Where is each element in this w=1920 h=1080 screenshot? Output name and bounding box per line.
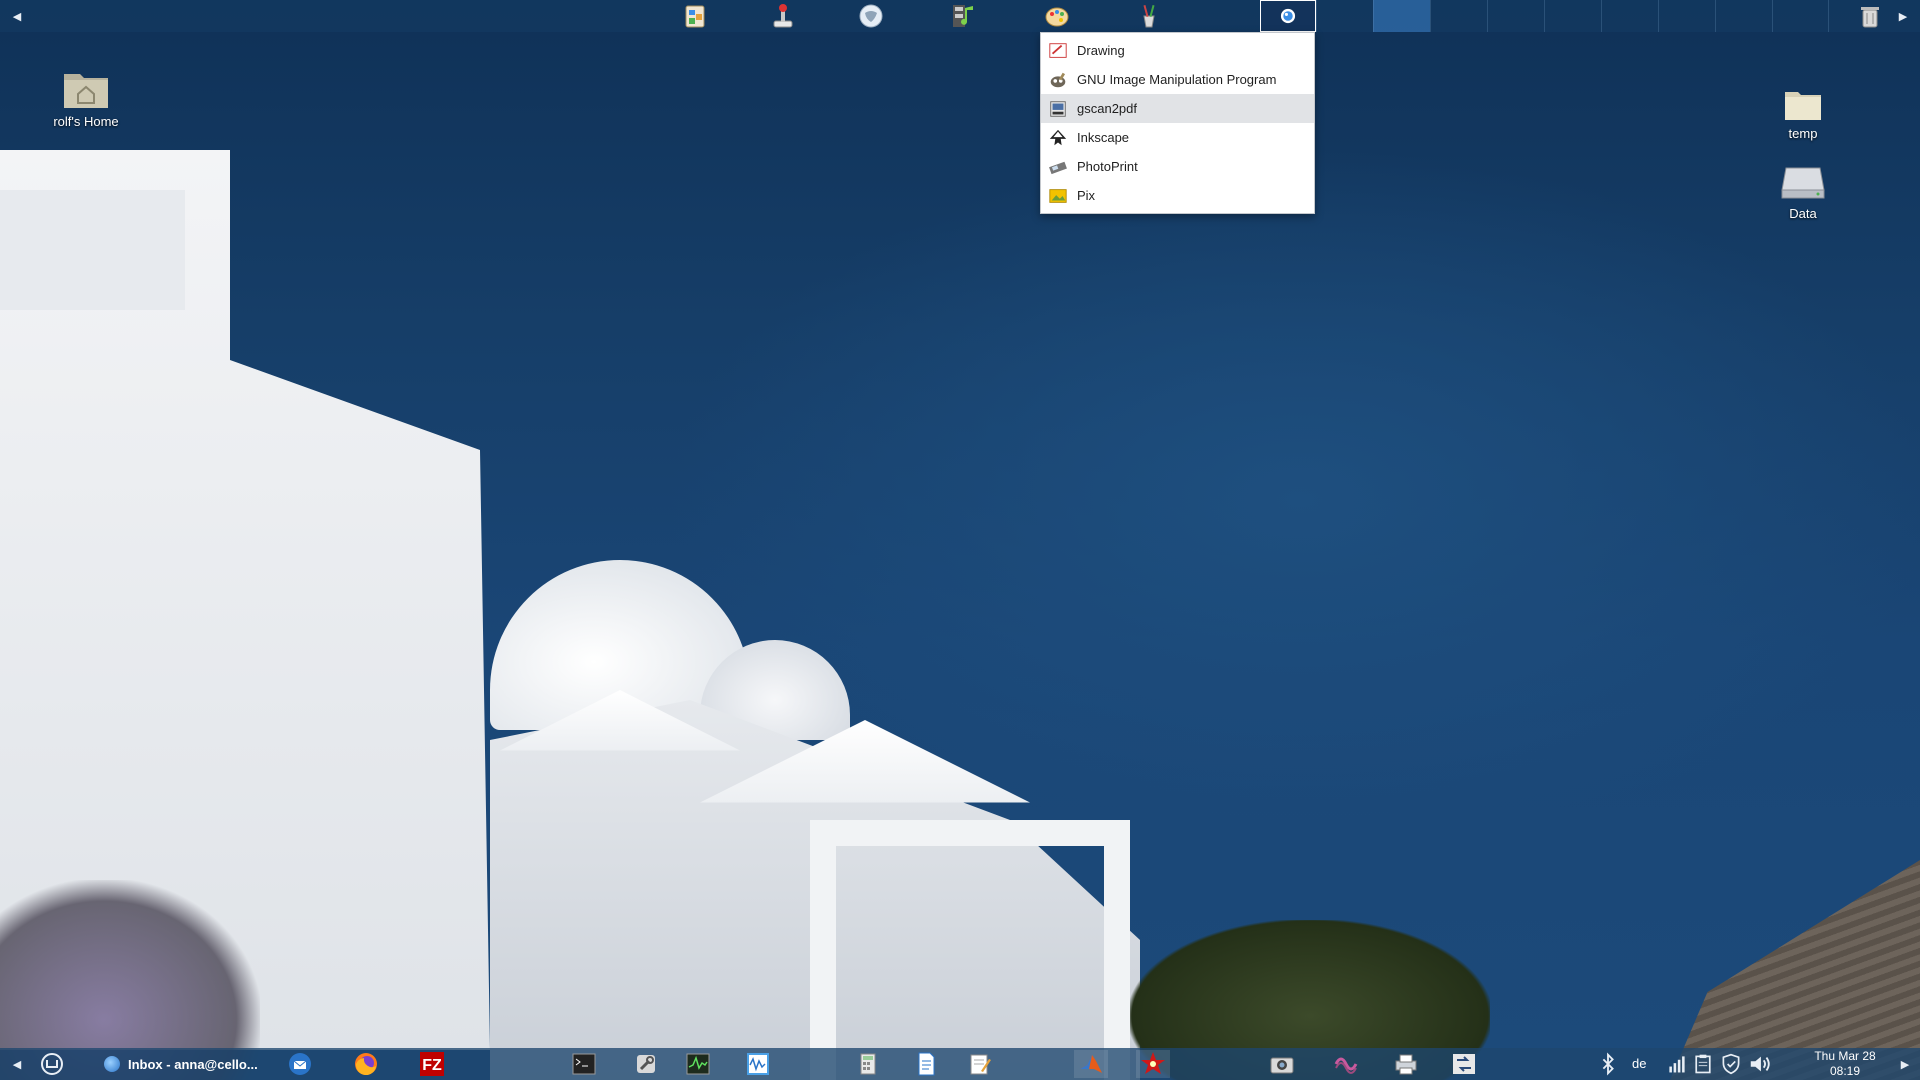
matlab-icon[interactable]	[1074, 1050, 1108, 1078]
taskbar-window-inbox[interactable]: Inbox - anna@cello...	[104, 1050, 272, 1078]
waveform-app-icon[interactable]	[742, 1050, 774, 1078]
clock-time: 08:19	[1829, 1064, 1861, 1078]
menu-item-inkscape[interactable]: Inkscape	[1041, 123, 1314, 152]
folder-icon	[1785, 92, 1821, 120]
panel-scroll-right-icon[interactable]: ▶	[1896, 1050, 1914, 1078]
trash-icon[interactable]	[1856, 2, 1884, 30]
bluetooth-icon[interactable]	[1596, 1050, 1620, 1078]
start-menu-icon[interactable]	[38, 1050, 66, 1078]
menu-item-gscan2pdf[interactable]: gscan2pdf	[1041, 94, 1314, 123]
games-joystick-icon[interactable]	[768, 2, 798, 30]
workspace-9[interactable]	[1772, 0, 1829, 32]
clock[interactable]: Thu Mar 28 08:19	[1800, 1048, 1890, 1080]
wallpaper-roof	[0, 190, 185, 310]
svg-text:FZ: FZ	[422, 1057, 442, 1074]
pix-icon	[1047, 185, 1069, 207]
calculator-icon[interactable]	[852, 1050, 884, 1078]
desktop-icon-home[interactable]: rolf's Home	[31, 66, 141, 129]
menu-item-drawing[interactable]: Drawing	[1041, 36, 1314, 65]
network-signal-icon[interactable]	[1666, 1050, 1688, 1078]
drawing-icon	[1047, 40, 1069, 62]
workspace-1[interactable]	[1316, 0, 1373, 32]
photoprint-icon	[1047, 156, 1069, 178]
text-editor-icon[interactable]	[964, 1050, 996, 1078]
workspace-5[interactable]	[1544, 0, 1601, 32]
system-monitor-icon[interactable]	[682, 1050, 714, 1078]
clock-date: Thu Mar 28	[1814, 1049, 1876, 1063]
settings-wrench-icon[interactable]	[630, 1050, 662, 1078]
system-active-launcher[interactable]	[1260, 0, 1316, 32]
menu-item-photoprint[interactable]: PhotoPrint	[1041, 152, 1314, 181]
printer-icon[interactable]	[1390, 1050, 1422, 1078]
volume-icon[interactable]	[1748, 1050, 1772, 1078]
clipboard-icon[interactable]	[1692, 1050, 1714, 1078]
workspace-7[interactable]	[1658, 0, 1715, 32]
panel-scroll-right-icon[interactable]: ▶	[1894, 0, 1912, 32]
keyboard-layout-indicator[interactable]: de	[1632, 1048, 1646, 1080]
panel-scroll-left-icon[interactable]: ◀	[8, 1050, 26, 1078]
internet-globe-icon[interactable]	[856, 2, 886, 30]
menu-item-gimp[interactable]: GNU Image Manipulation Program	[1041, 65, 1314, 94]
red-star-app-icon[interactable]	[1136, 1050, 1170, 1078]
system-active-icon	[1280, 8, 1296, 24]
thunderbird-launcher-icon[interactable]	[284, 1050, 316, 1078]
firefox-icon[interactable]	[350, 1050, 382, 1078]
wallpaper-deck	[1670, 860, 1920, 1080]
scanner-icon	[1047, 98, 1069, 120]
menu-item-pix[interactable]: Pix	[1041, 181, 1314, 210]
wallpaper-arch	[810, 820, 1130, 1080]
accessories-icon[interactable]	[1134, 2, 1164, 30]
office-apps-icon[interactable]	[680, 2, 710, 30]
multimedia-icon[interactable]	[948, 2, 978, 30]
drive-icon	[1781, 167, 1825, 199]
gimp-icon	[1047, 69, 1069, 91]
desktop-icon-temp[interactable]: temp	[1748, 86, 1858, 141]
workspace-3[interactable]	[1430, 0, 1487, 32]
desktop-icon-data[interactable]: Data	[1748, 162, 1858, 221]
remote-connect-icon[interactable]	[1448, 1050, 1480, 1078]
home-folder-icon	[64, 74, 108, 108]
panel-scroll-left-icon[interactable]: ◀	[8, 0, 26, 32]
graphics-palette-icon[interactable]	[1042, 2, 1072, 30]
terminal-icon[interactable]	[568, 1050, 600, 1078]
sync-app-icon[interactable]	[1330, 1050, 1362, 1078]
graphics-menu: Drawing GNU Image Manipulation Program g…	[1040, 32, 1315, 214]
thunderbird-icon	[104, 1056, 120, 1072]
workspace-6[interactable]	[1601, 0, 1658, 32]
inkscape-icon	[1047, 127, 1069, 149]
workspace-4[interactable]	[1487, 0, 1544, 32]
workspace-8[interactable]	[1715, 0, 1772, 32]
screenshot-camera-icon[interactable]	[1266, 1050, 1298, 1078]
writer-document-icon[interactable]	[910, 1050, 942, 1078]
filezilla-icon[interactable]: FZ	[416, 1050, 448, 1078]
workspace-2-active[interactable]	[1373, 0, 1430, 32]
top-panel: ◀ ▶	[0, 0, 1920, 32]
shield-icon[interactable]	[1720, 1050, 1742, 1078]
